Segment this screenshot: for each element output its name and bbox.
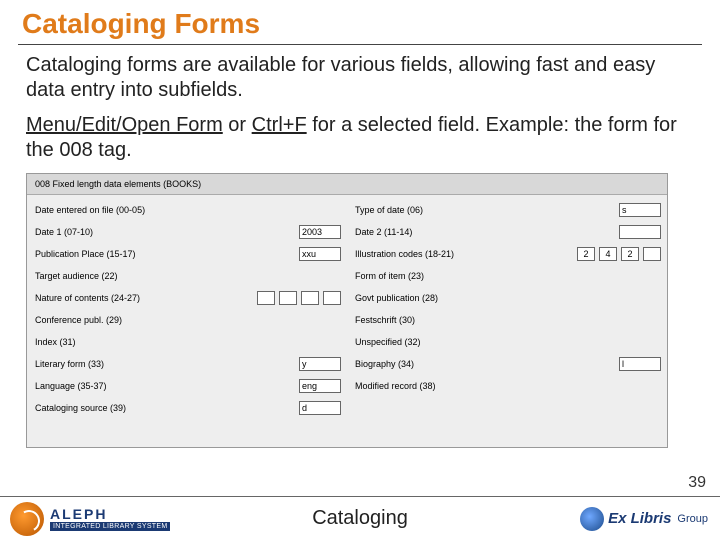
field-input[interactable]: xxu xyxy=(299,247,341,261)
intro-text: Cataloging forms are available for vario… xyxy=(0,53,720,113)
field-label: Date entered on file (00-05) xyxy=(35,205,341,215)
field-label: Modified record (38) xyxy=(355,381,661,391)
menu-path: Menu/Edit/Open Form xyxy=(26,114,223,136)
aleph-logo: ALEPH INTEGRATED LIBRARY SYSTEM xyxy=(10,502,170,536)
field-label: Conference publ. (29) xyxy=(35,315,341,325)
nav-or: or xyxy=(223,114,252,136)
field-label: Index (31) xyxy=(35,337,341,347)
form-row: Index (31) xyxy=(35,333,341,350)
title-rule xyxy=(18,44,702,45)
field-label: Date 2 (11-14) xyxy=(355,227,615,237)
field-input[interactable]: eng xyxy=(299,379,341,393)
field-label: Publication Place (15-17) xyxy=(35,249,295,259)
form-row: Form of item (23) xyxy=(355,267,661,284)
field-input[interactable] xyxy=(643,247,661,261)
field-input[interactable] xyxy=(619,225,661,239)
form-row: Biography (34) l xyxy=(355,355,661,372)
form-row: Illustration codes (18-21) 242 xyxy=(355,245,661,262)
field-label: Illustration codes (18-21) xyxy=(355,249,573,259)
form-row: Date entered on file (00-05) xyxy=(35,201,341,218)
field-input[interactable] xyxy=(323,291,341,305)
form-col-right: Type of date (06) s Date 2 (11-14) Illustra… xyxy=(347,195,667,427)
field-input[interactable]: 2 xyxy=(577,247,595,261)
exlibris-sub: Group xyxy=(677,513,708,525)
page-number: 39 xyxy=(688,474,706,492)
field-label: Unspecified (32) xyxy=(355,337,661,347)
field-input[interactable]: l xyxy=(619,357,661,371)
exlibris-brand: Ex Libris xyxy=(608,510,671,527)
form-row: Conference publ. (29) xyxy=(35,311,341,328)
field-label: Festschrift (30) xyxy=(355,315,661,325)
form-row: Date 1 (07-10) 2003 xyxy=(35,223,341,240)
aleph-text: ALEPH INTEGRATED LIBRARY SYSTEM xyxy=(50,506,170,531)
form-row: Cataloging source (39) d xyxy=(35,399,341,416)
field-input[interactable]: 4 xyxy=(599,247,617,261)
form-row: Publication Place (15-17) xxu xyxy=(35,245,341,262)
field-input[interactable]: 2003 xyxy=(299,225,341,239)
form-row: Date 2 (11-14) xyxy=(355,223,661,240)
form-row: Language (35-37) eng xyxy=(35,377,341,394)
form-col-left: Date entered on file (00-05) Date 1 (07-1… xyxy=(27,195,347,427)
form-row: Modified record (38) xyxy=(355,377,661,394)
field-input[interactable] xyxy=(257,291,275,305)
exlibris-icon xyxy=(580,507,604,531)
form-row: Festschrift (30) xyxy=(355,311,661,328)
field-label: Language (35-37) xyxy=(35,381,295,391)
form-row: Literary form (33) y xyxy=(35,355,341,372)
field-input[interactable]: s xyxy=(619,203,661,217)
form-header: 008 Fixed length data elements (BOOKS) xyxy=(27,174,667,195)
form-row: Unspecified (32) xyxy=(355,333,661,350)
field-input[interactable] xyxy=(279,291,297,305)
field-label: Biography (34) xyxy=(355,359,615,369)
form-row: Target audience (22) xyxy=(35,267,341,284)
form-panel: 008 Fixed length data elements (BOOKS) D… xyxy=(26,173,668,448)
field-label: Date 1 (07-10) xyxy=(35,227,295,237)
field-label: Nature of contents (24-27) xyxy=(35,293,253,303)
form-body: Date entered on file (00-05) Date 1 (07-1… xyxy=(27,195,667,427)
field-label: Govt publication (28) xyxy=(355,293,661,303)
slide-title: Cataloging Forms xyxy=(0,0,720,44)
aleph-icon xyxy=(10,502,44,536)
field-input[interactable]: 2 xyxy=(621,247,639,261)
field-label: Target audience (22) xyxy=(35,271,341,281)
field-input[interactable]: y xyxy=(299,357,341,371)
aleph-name: ALEPH xyxy=(50,506,170,522)
form-row: Nature of contents (24-27) xyxy=(35,289,341,306)
field-label: Type of date (06) xyxy=(355,205,615,215)
field-label: Form of item (23) xyxy=(355,271,661,281)
exlibris-logo: Ex Libris Group xyxy=(580,507,708,531)
form-row: Govt publication (28) xyxy=(355,289,661,306)
field-input[interactable] xyxy=(301,291,319,305)
footer-bar: ALEPH INTEGRATED LIBRARY SYSTEM Catalogi… xyxy=(0,496,720,540)
shortcut: Ctrl+F xyxy=(252,114,307,136)
field-input[interactable]: d xyxy=(299,401,341,415)
aleph-sub: INTEGRATED LIBRARY SYSTEM xyxy=(50,522,170,531)
nav-text: Menu/Edit/Open Form or Ctrl+F for a sele… xyxy=(0,113,720,173)
form-row: Type of date (06) s xyxy=(355,201,661,218)
field-label: Literary form (33) xyxy=(35,359,295,369)
field-label: Cataloging source (39) xyxy=(35,403,295,413)
footer-center: Cataloging xyxy=(312,507,408,530)
